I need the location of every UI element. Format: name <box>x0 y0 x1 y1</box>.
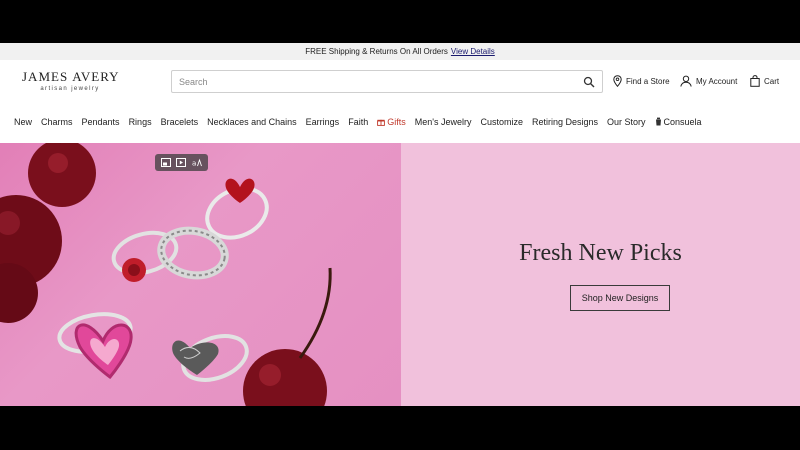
rings-and-cherries-illustration <box>0 143 332 406</box>
search-icon[interactable] <box>583 76 595 88</box>
nav-item-mens-jewelry[interactable]: Men's Jewelry <box>415 117 472 127</box>
search-input[interactable] <box>172 71 572 92</box>
my-account-link[interactable]: My Account <box>680 75 737 87</box>
shopping-bag-icon <box>750 75 760 87</box>
shop-new-designs-button[interactable]: Shop New Designs <box>570 285 670 311</box>
main-navigation: New Charms Pendants Rings Bracelets Neck… <box>0 104 800 139</box>
nav-item-gifts-label: Gifts <box>387 116 406 127</box>
search-bar <box>171 70 603 93</box>
logo-brand-left: JAMES <box>22 69 69 84</box>
nav-item-pendants[interactable]: Pendants <box>82 117 120 127</box>
nav-item-bracelets[interactable]: Bracelets <box>161 117 199 127</box>
logo-brand-right: AVERY <box>72 69 120 84</box>
nav-item-new[interactable]: New <box>14 117 32 127</box>
logo-tagline: artisan jewelry <box>40 86 100 92</box>
play-icon[interactable] <box>176 158 187 167</box>
nav-item-consuela[interactable]: Consuela <box>655 117 702 127</box>
cart-label: Cart <box>764 76 780 86</box>
nav-item-gifts[interactable]: Gifts <box>377 117 406 127</box>
logo-wordmark: JAMES AVERY <box>22 69 120 85</box>
promo-details-link[interactable]: View Details <box>451 47 495 56</box>
consuela-icon <box>655 117 661 126</box>
my-account-label: My Account <box>696 76 738 86</box>
nav-item-our-story[interactable]: Our Story <box>607 117 646 127</box>
hero-image: a <box>0 143 401 406</box>
nav-item-charms[interactable]: Charms <box>41 117 73 127</box>
promo-banner: FREE Shipping & Returns On All Orders Vie… <box>0 43 800 60</box>
location-pin-icon <box>613 75 622 87</box>
user-icon <box>680 75 692 87</box>
nav-item-retiring-designs[interactable]: Retiring Designs <box>532 117 598 127</box>
hero-title: Fresh New Picks <box>519 240 682 266</box>
pip-icon[interactable] <box>160 158 171 167</box>
nav-item-earrings[interactable]: Earrings <box>306 117 340 127</box>
cart-link[interactable]: Cart <box>750 75 779 87</box>
nav-item-faith[interactable]: Faith <box>348 117 368 127</box>
nav-item-necklaces[interactable]: Necklaces and Chains <box>207 117 297 127</box>
browser-viewport: FREE Shipping & Returns On All Orders Vie… <box>0 43 800 406</box>
hero-copy-panel: Fresh New Picks Shop New Designs <box>401 143 800 406</box>
site-header: JAMES AVERY artisan jewelry Find a Store… <box>0 60 800 104</box>
nav-item-customize[interactable]: Customize <box>480 117 523 127</box>
gift-icon <box>377 119 386 126</box>
find-store-label: Find a Store <box>626 76 670 86</box>
svg-text:a: a <box>192 160 196 168</box>
nav-item-consuela-label: Consuela <box>663 116 702 127</box>
letterbox-bottom <box>0 406 800 450</box>
hero-banner[interactable]: a Fresh New Picks Shop New Designs <box>0 143 800 406</box>
media-controls: a <box>155 154 208 171</box>
james-avery-logo[interactable]: JAMES AVERY artisan jewelry <box>22 69 120 95</box>
letterbox-top <box>0 0 800 43</box>
nav-item-rings[interactable]: Rings <box>129 117 152 127</box>
find-store-link[interactable]: Find a Store <box>613 75 670 87</box>
promo-text: FREE Shipping & Returns On All Orders <box>305 47 448 56</box>
accessibility-icon[interactable]: a <box>192 158 203 168</box>
